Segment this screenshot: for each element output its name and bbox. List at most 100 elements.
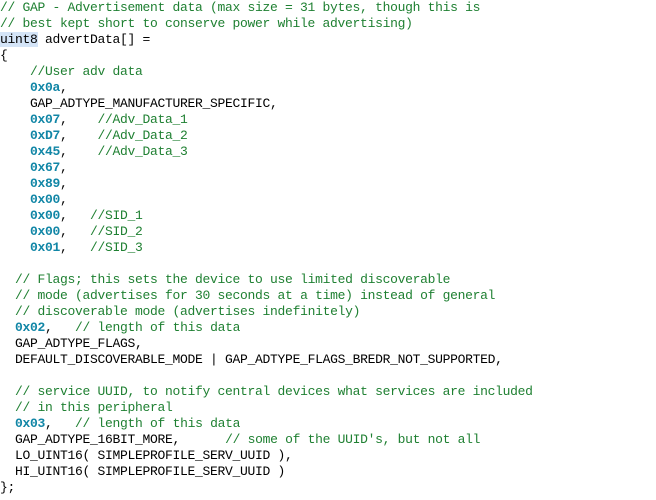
code-line[interactable]: 0xD7, //Adv_Data_2 [0,128,656,144]
code-line[interactable]: // discoverable mode (advertises indefin… [0,304,656,320]
code-token-comment: // Flags; this sets the device to use li… [15,272,451,287]
code-token-comment: //Adv_Data_2 [97,128,188,143]
code-token-number: 0x45 [30,144,61,159]
code-line[interactable]: { [0,48,656,64]
code-token-number: 0x00 [30,224,61,239]
code-line[interactable]: 0x00, //SID_2 [0,224,656,240]
code-token-text: LO_UINT16( SIMPLEPROFILE_SERV_UUID ), [15,448,293,463]
code-line[interactable]: GAP_ADTYPE_16BIT_MORE, // some of the UU… [0,432,656,448]
code-token-text: HI_UINT16( SIMPLEPROFILE_SERV_UUID ) [15,464,286,479]
code-line[interactable]: LO_UINT16( SIMPLEPROFILE_SERV_UUID ), [0,448,656,464]
code-token-text: GAP_ADTYPE_FLAGS, [15,336,143,351]
code-token-keyword-highlighted: uint8 [0,32,38,47]
code-line-blank[interactable] [0,368,656,384]
code-token-comment: //User adv data [30,64,143,79]
code-token-text: , [60,80,68,95]
code-token-number: 0x03 [15,416,46,431]
code-line[interactable]: // in this peripheral [0,400,656,416]
code-line[interactable]: 0x00, //SID_1 [0,208,656,224]
code-line[interactable]: // service UUID, to notify central devic… [0,384,656,400]
code-line[interactable]: uint8 advertData[] = [0,32,656,48]
code-token-comment: //SID_3 [90,240,143,255]
code-token-text: , [60,240,91,255]
code-token-comment: //Adv_Data_3 [97,144,188,159]
code-token-comment: // discoverable mode (advertises indefin… [15,304,361,319]
code-line[interactable]: 0x01, //SID_3 [0,240,656,256]
code-token-number: 0x07 [30,112,61,127]
code-token-comment: // service UUID, to notify central devic… [15,384,533,399]
code-token-text: , [45,416,76,431]
code-token-number: 0x00 [30,192,61,207]
code-line[interactable]: HI_UINT16( SIMPLEPROFILE_SERV_UUID ) [0,464,656,480]
code-token-number: 0x01 [30,240,61,255]
code-token-comment: // in this peripheral [15,400,173,415]
code-token-text: , [60,128,98,143]
code-token-comment: //SID_1 [90,208,143,223]
code-line[interactable]: //User adv data [0,64,656,80]
code-token-text: , [60,176,68,191]
code-line[interactable]: 0x67, [0,160,656,176]
code-editor-content[interactable]: // GAP - Advertisement data (max size = … [0,0,656,496]
code-line[interactable]: 0x89, [0,176,656,192]
code-line[interactable]: 0x0a, [0,80,656,96]
code-line[interactable]: }; [0,480,656,496]
code-token-text: , [60,144,98,159]
code-token-comment: // best kept short to conserve power whi… [0,16,413,31]
code-token-text: DEFAULT_DISCOVERABLE_MODE | GAP_ADTYPE_F… [15,352,503,367]
code-token-text: , [60,224,91,239]
code-token-number: 0x89 [30,176,61,191]
code-token-number: 0xD7 [30,128,61,143]
code-token-text: , [60,192,68,207]
code-line[interactable]: // mode (advertises for 30 seconds at a … [0,288,656,304]
code-line[interactable]: 0x02, // length of this data [0,320,656,336]
code-line[interactable]: 0x03, // length of this data [0,416,656,432]
code-line[interactable]: GAP_ADTYPE_MANUFACTURER_SPECIFIC, [0,96,656,112]
code-line[interactable]: // GAP - Advertisement data (max size = … [0,0,656,16]
code-line[interactable]: 0x07, //Adv_Data_1 [0,112,656,128]
code-token-text: advertData[] = [37,32,151,47]
code-token-comment: // some of the UUID's, but not all [225,432,481,447]
code-token-comment: // GAP - Advertisement data (max size = … [0,0,481,15]
code-line[interactable]: DEFAULT_DISCOVERABLE_MODE | GAP_ADTYPE_F… [0,352,656,368]
code-line[interactable]: 0x45, //Adv_Data_3 [0,144,656,160]
code-line[interactable]: // Flags; this sets the device to use li… [0,272,656,288]
code-token-number: 0x00 [30,208,61,223]
code-token-comment: // length of this data [75,416,241,431]
code-line-blank[interactable] [0,256,656,272]
code-token-number: 0x0a [30,80,61,95]
code-token-text: { [0,48,8,63]
code-token-text: , [45,320,76,335]
code-line[interactable]: GAP_ADTYPE_FLAGS, [0,336,656,352]
code-token-comment: // mode (advertises for 30 seconds at a … [15,288,496,303]
code-line[interactable]: 0x00, [0,192,656,208]
code-token-text: }; [0,480,16,495]
code-token-comment: //SID_2 [90,224,143,239]
code-line[interactable]: // best kept short to conserve power whi… [0,16,656,32]
code-token-text: , [60,112,98,127]
code-token-text: GAP_ADTYPE_16BIT_MORE, [15,432,181,447]
code-token-number: 0x67 [30,160,61,175]
code-token-comment: //Adv_Data_1 [97,112,188,127]
code-token-comment: // length of this data [75,320,241,335]
